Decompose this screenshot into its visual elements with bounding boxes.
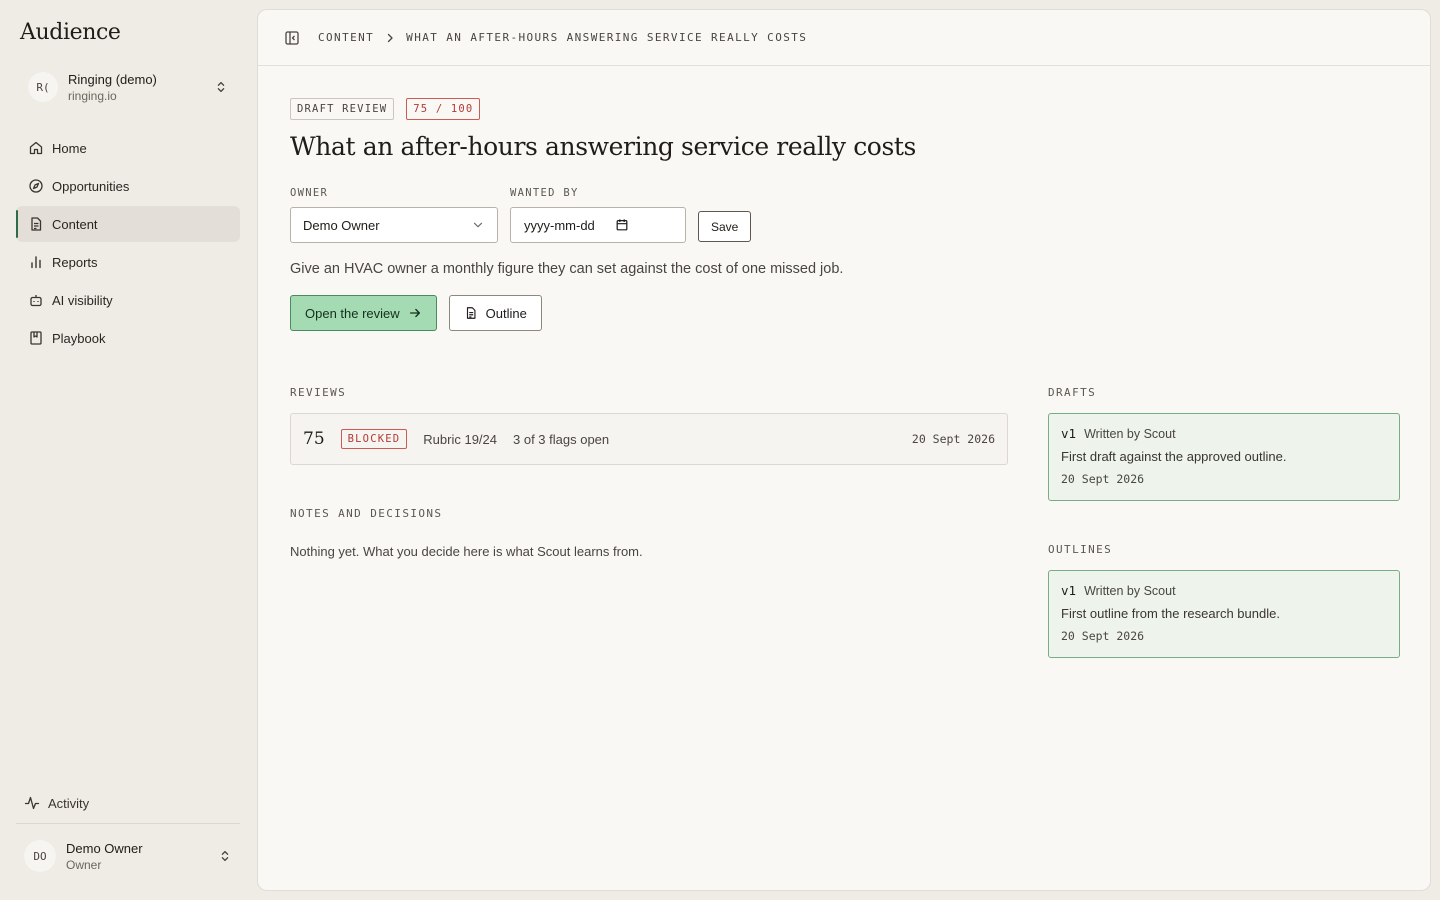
wanted-by-label: WANTED BY: [510, 187, 579, 199]
review-rubric: Rubric 19/24: [423, 431, 498, 447]
calendar-icon[interactable]: [615, 218, 629, 232]
page-title: What an after-hours answering service re…: [290, 132, 916, 161]
outline-button[interactable]: Outline: [448, 295, 542, 331]
outline-description: First outline from the research bundle.: [1061, 606, 1280, 621]
main-nav: Home Opportunities Content Reports AI vi…: [16, 130, 240, 358]
document-icon: [31, 217, 42, 231]
activity-link[interactable]: Activity: [16, 786, 240, 820]
workspace-switcher[interactable]: R( Ringing (demo) ringing.io: [16, 62, 240, 112]
user-avatar: DO: [24, 840, 56, 872]
sidebar-divider: [16, 823, 240, 824]
breadcrumb: CONTENT WHAT AN AFTER-HOURS ANSWERING SE…: [318, 31, 807, 44]
nav-item-reports[interactable]: Reports: [16, 244, 240, 280]
nav-label: Playbook: [52, 330, 106, 346]
draft-version: v1: [1061, 426, 1077, 441]
compass-icon: [29, 179, 43, 193]
sidebar: Audience R( Ringing (demo) ringing.io Ho…: [0, 0, 256, 900]
versions-section: DRAFTS v1 Written by Scout First draft a…: [1048, 386, 1400, 658]
user-menu[interactable]: DO Demo Owner Owner: [16, 832, 240, 880]
outline-author: Written by Scout: [1084, 584, 1176, 598]
workspace-name: Ringing (demo): [68, 71, 157, 87]
bar-chart-icon: [31, 256, 41, 269]
outline-date: 20 Sept 2026: [1061, 629, 1145, 643]
breadcrumb-current: WHAT AN AFTER-HOURS ANSWERING SERVICE RE…: [406, 31, 808, 44]
notes-empty-state: Nothing yet. What you decide here is wha…: [290, 544, 643, 559]
date-placeholder: yyyy-mm-dd: [524, 217, 595, 233]
review-row[interactable]: 75 BLOCKED Rubric 19/24 3 of 3 flags ope…: [290, 413, 1008, 465]
outline-card[interactable]: v1 Written by Scout First outline from t…: [1048, 570, 1400, 658]
top-bar: CONTENT WHAT AN AFTER-HOURS ANSWERING SE…: [258, 10, 1430, 66]
home-icon: [29, 141, 43, 155]
owner-value: Demo Owner: [303, 217, 380, 233]
draft-description: First draft against the approved outline…: [1061, 449, 1287, 464]
nav-item-opportunities[interactable]: Opportunities: [16, 168, 240, 204]
sidebar-toggle-icon[interactable]: [284, 30, 300, 46]
reviews-section: REVIEWS 75 BLOCKED Rubric 19/24 3 of 3 f…: [290, 386, 1008, 559]
book-icon: [30, 331, 42, 345]
nav-label: Reports: [52, 254, 98, 270]
main-panel: CONTENT WHAT AN AFTER-HOURS ANSWERING SE…: [257, 9, 1431, 891]
status-badge: DRAFT REVIEW: [290, 98, 395, 120]
open-review-button[interactable]: Open the review: [290, 295, 437, 331]
outlines-heading: OUTLINES: [1048, 543, 1113, 556]
wanted-by-date-input[interactable]: yyyy-mm-dd: [510, 207, 686, 243]
workspace-domain: ringing.io: [68, 88, 117, 103]
nav-label: AI visibility: [52, 292, 113, 308]
document-icon: [466, 307, 476, 319]
nav-label: Opportunities: [52, 178, 130, 194]
nav-label: Home: [52, 140, 87, 156]
chevron-down-icon: [473, 222, 483, 228]
open-review-label: Open the review: [305, 305, 400, 321]
chevron-right-icon: [388, 33, 393, 42]
app-logo: Audience: [20, 20, 121, 45]
activity-label: Activity: [48, 795, 90, 811]
arrow-right-icon: [409, 308, 420, 318]
page-description: Give an HVAC owner a monthly figure they…: [290, 261, 844, 277]
outline-version: v1: [1061, 583, 1077, 598]
drafts-heading: DRAFTS: [1048, 386, 1097, 399]
save-button[interactable]: Save: [698, 211, 752, 242]
nav-item-content[interactable]: Content: [16, 206, 240, 242]
chevron-up-down-icon: [221, 850, 229, 862]
user-name: Demo Owner: [66, 840, 143, 856]
score-badge: 75 / 100: [406, 98, 481, 120]
review-date: 20 Sept 2026: [911, 432, 995, 446]
owner-select[interactable]: Demo Owner: [290, 207, 498, 243]
notes-heading: NOTES AND DECISIONS: [290, 507, 443, 520]
action-row: Open the review Outline: [290, 295, 1398, 331]
nav-item-playbook[interactable]: Playbook: [16, 320, 240, 356]
review-score: 75: [303, 429, 325, 449]
breadcrumb-root[interactable]: CONTENT: [318, 31, 374, 44]
reviews-heading: REVIEWS: [290, 386, 347, 399]
owner-label: OWNER: [290, 187, 329, 199]
robot-icon: [30, 295, 42, 307]
activity-icon: [24, 796, 40, 810]
workspace-avatar: R(: [28, 72, 58, 102]
assignment-form: OWNER Demo Owner WANTED BY yyyy-mm-dd Sa…: [290, 187, 1398, 243]
draft-author: Written by Scout: [1084, 427, 1176, 441]
content-area: DRAFT REVIEW 75 / 100 What an after-hour…: [290, 98, 1400, 658]
nav-label: Content: [52, 216, 98, 232]
nav-item-ai-visibility[interactable]: AI visibility: [16, 282, 240, 318]
blocked-badge: BLOCKED: [340, 429, 408, 449]
review-flags: 3 of 3 flags open: [513, 431, 610, 447]
chevron-up-down-icon: [217, 81, 225, 93]
user-role: Owner: [66, 857, 102, 872]
nav-item-home[interactable]: Home: [16, 130, 240, 166]
outline-label: Outline: [485, 305, 527, 321]
draft-date: 20 Sept 2026: [1061, 472, 1145, 486]
draft-card[interactable]: v1 Written by Scout First draft against …: [1048, 413, 1400, 501]
tag-row: DRAFT REVIEW 75 / 100: [290, 98, 1398, 120]
